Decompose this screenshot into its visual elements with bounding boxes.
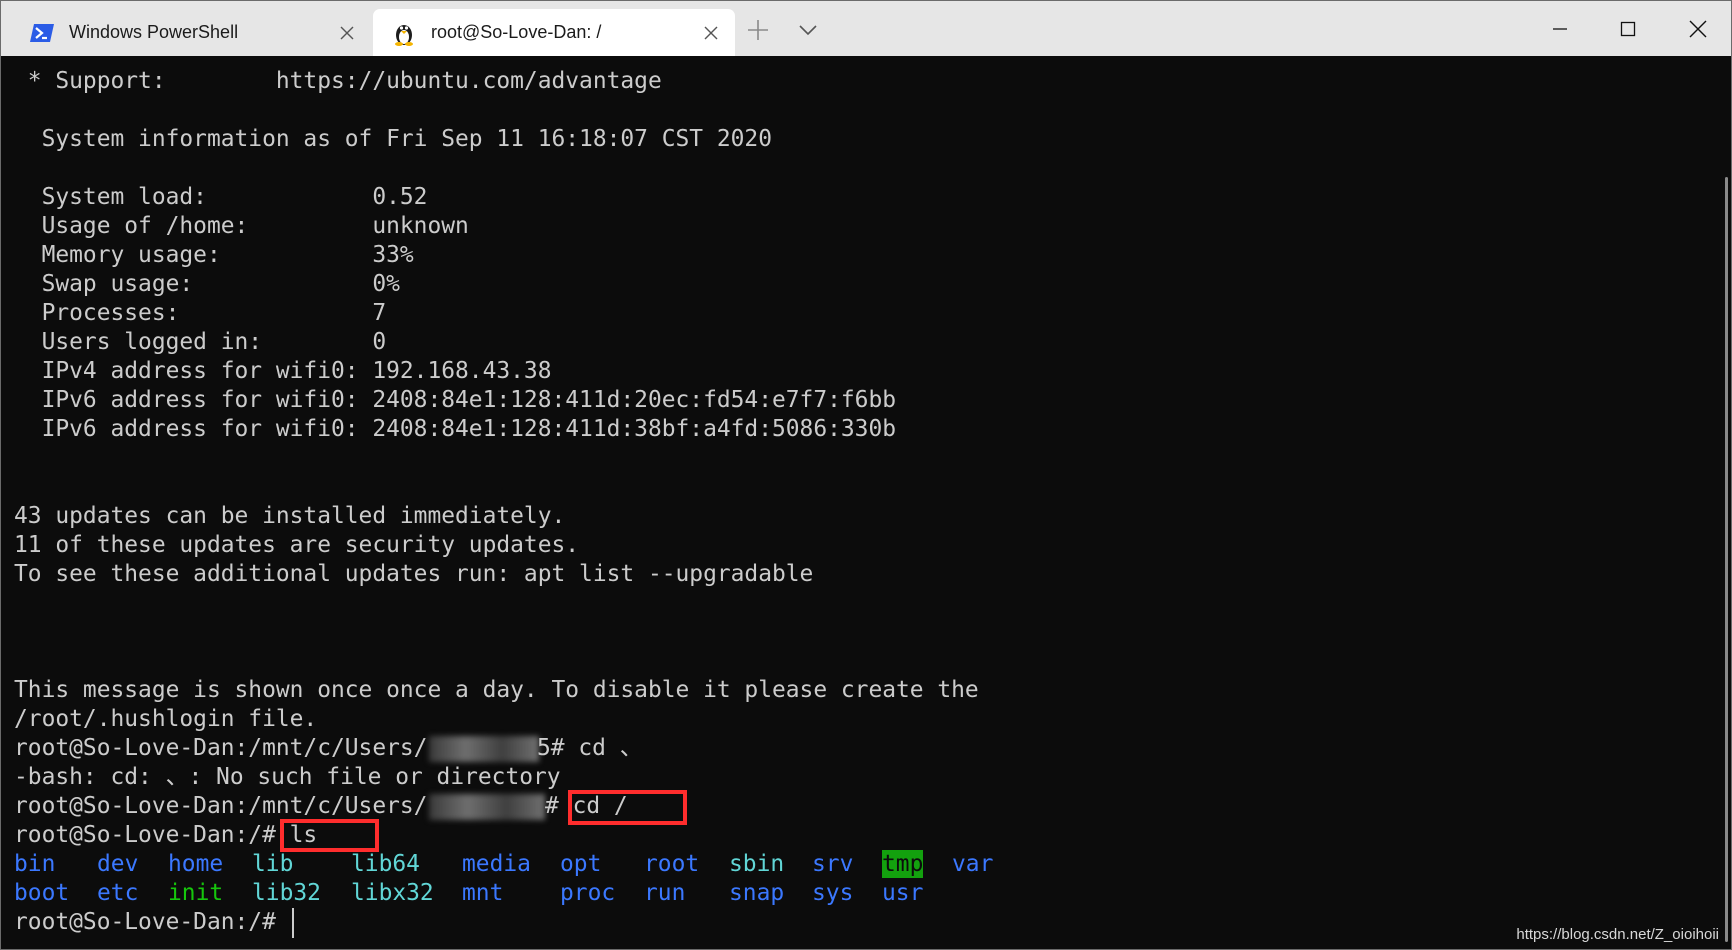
- maximize-button[interactable]: [1593, 1, 1663, 56]
- tab-windows-powershell[interactable]: Windows PowerShell: [1, 9, 371, 56]
- ls-entry: libx32: [351, 880, 434, 906]
- tab-ubuntu-root[interactable]: root@So-Love-Dan: /: [373, 9, 735, 56]
- current-prompt: root@So-Love-Dan:/#: [14, 909, 290, 935]
- motd-stat-line: Usage of /home: unknown: [14, 213, 469, 239]
- redacted-username: [429, 794, 545, 820]
- ls-entry: proc: [560, 880, 616, 906]
- motd-sysinfo-header: System information as of Fri Sep 11 16:1…: [14, 126, 772, 152]
- motd-stat-line: Processes: 7: [14, 300, 387, 326]
- close-icon: [1689, 20, 1707, 37]
- motd-stat-line: System load: 0.52: [14, 184, 428, 210]
- ls-entry: snap: [729, 880, 785, 906]
- ls-entry: root: [644, 851, 700, 877]
- error-message-line: -bash: cd: 、: No such file or directory: [14, 764, 561, 790]
- new-tab-button[interactable]: [745, 17, 771, 43]
- text-cursor: [292, 908, 294, 938]
- tab-label: root@So-Love-Dan: /: [431, 22, 602, 42]
- motd-stat-line: IPv6 address for wifi0: 2408:84e1:128:41…: [14, 416, 897, 442]
- ls-entry: lib64: [351, 851, 420, 877]
- title-bar: Windows PowerShell root@So-Love-Dan: /: [1, 1, 1731, 56]
- motd-support-line: * Support: https://ubuntu.com/advantage: [14, 68, 662, 94]
- prompt-prefix: root@So-Love-Dan:/mnt/c/Users/: [14, 735, 428, 761]
- motd-stat-line: Memory usage: 33%: [14, 242, 414, 268]
- ls-entry: home: [168, 851, 224, 877]
- minimize-icon: [1553, 27, 1567, 30]
- ls-entry: dev: [97, 851, 139, 877]
- ls-entry: sbin: [729, 851, 785, 877]
- motd-hush-line: /root/.hushlogin file.: [14, 706, 318, 732]
- command-cd-error: 5# cd 、: [537, 735, 643, 761]
- ls-entry: lib32: [252, 880, 321, 906]
- plus-icon: [748, 20, 768, 40]
- tab-dropdown-button[interactable]: [795, 17, 821, 43]
- motd-updates-line: 11 of these updates are security updates…: [14, 532, 580, 558]
- ls-entry: init: [168, 880, 224, 906]
- ls-entry: mnt: [462, 880, 504, 906]
- ls-entry-sticky: tmp: [882, 850, 924, 878]
- motd-updates-line: 43 updates can be installed immediately.: [14, 503, 566, 529]
- terminal-window: Windows PowerShell root@So-Love-Dan: / *…: [0, 0, 1732, 950]
- motd-stat-line: Users logged in: 0: [14, 329, 387, 355]
- maximize-icon: [1620, 21, 1636, 36]
- terminal-output[interactable]: * Support: https://ubuntu.com/advantage …: [1, 56, 1717, 949]
- ls-entry: bin: [14, 851, 56, 877]
- ls-entry: etc: [97, 880, 139, 906]
- motd-stat-line: IPv6 address for wifi0: 2408:84e1:128:41…: [14, 387, 897, 413]
- prompt-ls-line: root@So-Love-Dan:/# ls: [14, 822, 318, 848]
- ls-entry: srv: [812, 851, 854, 877]
- ls-entry: sys: [812, 880, 854, 906]
- ls-entry: lib: [252, 851, 294, 877]
- ls-entry: usr: [882, 880, 924, 906]
- motd-hush-line: This message is shown once once a day. T…: [14, 677, 979, 703]
- motd-stat-line: Swap usage: 0%: [14, 271, 400, 297]
- redacted-username: [429, 736, 539, 762]
- highlight-box-cd: [568, 790, 687, 825]
- motd-stat-line: IPv4 address for wifi0: 192.168.43.38: [14, 358, 552, 384]
- watermark: https://blog.csdn.net/Z_oioihoii: [1516, 926, 1719, 943]
- close-icon[interactable]: [333, 19, 361, 47]
- tab-label: Windows PowerShell: [69, 22, 239, 42]
- close-icon[interactable]: [697, 19, 725, 47]
- minimize-button[interactable]: [1525, 1, 1595, 56]
- motd-updates-line: To see these additional updates run: apt…: [14, 561, 814, 587]
- ls-entry: run: [644, 880, 686, 906]
- prompt-prefix: root@So-Love-Dan:/mnt/c/Users/: [14, 793, 428, 819]
- highlight-box-ls: [280, 819, 379, 852]
- ls-entry: boot: [14, 880, 70, 906]
- powershell-icon: [29, 20, 55, 46]
- ls-entry: media: [462, 851, 531, 877]
- scrollbar[interactable]: [1725, 177, 1728, 942]
- close-window-button[interactable]: [1663, 1, 1731, 56]
- linux-penguin-icon: [391, 20, 417, 46]
- chevron-down-icon: [799, 25, 817, 36]
- ls-entry: var: [952, 851, 994, 877]
- ls-entry: opt: [560, 851, 602, 877]
